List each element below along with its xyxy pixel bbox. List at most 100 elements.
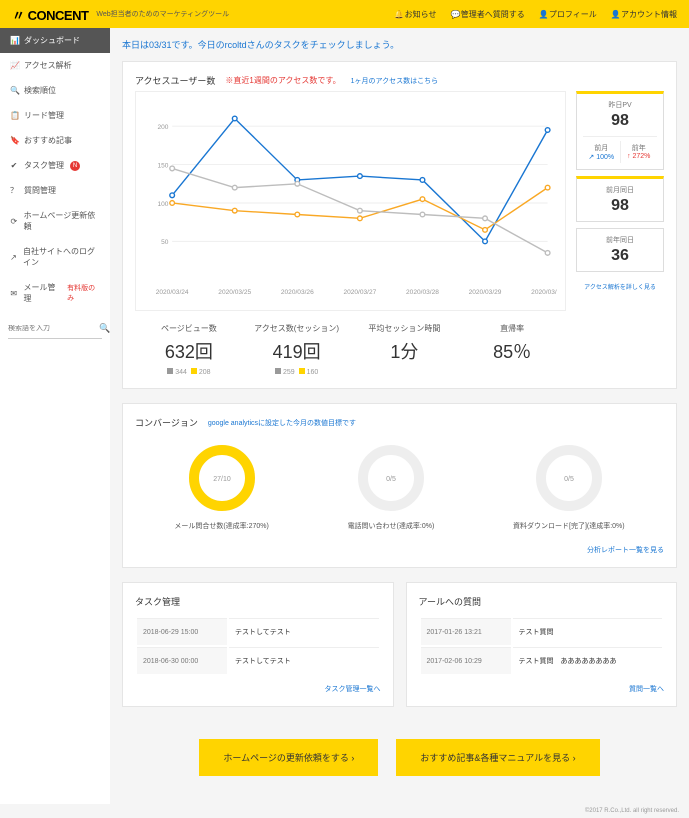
conversion-donut: 27/10メール問合せ数(達成率:270%) bbox=[174, 443, 269, 531]
access-panel: アクセスユーザー数 ※直近1週間のアクセス数です。 1ヶ月のアクセス数はこちら … bbox=[122, 61, 677, 389]
sidebar-item[interactable]: ✉ メール管理有料版のみ bbox=[0, 275, 110, 311]
sidebar-label: タスク管理 bbox=[24, 160, 64, 171]
stat-same-year: 前年同日 36 bbox=[576, 228, 664, 272]
task-title: タスク管理 bbox=[135, 595, 381, 608]
table-row[interactable]: 2017-02-06 10:29テスト質問 ああああああああ bbox=[421, 647, 663, 674]
access-note: ※直近1週間のアクセス数です。 bbox=[225, 75, 340, 86]
header-icon: 🔔 bbox=[394, 10, 402, 19]
task-list-link[interactable]: タスク管理一覧へ bbox=[135, 684, 381, 694]
svg-text:27/10: 27/10 bbox=[213, 476, 231, 483]
svg-text:2020/03/29: 2020/03/29 bbox=[469, 289, 502, 296]
svg-text:2020/03/24: 2020/03/24 bbox=[156, 289, 189, 296]
sidebar-label: アクセス解析 bbox=[24, 60, 72, 71]
sidebar-label: 検索順位 bbox=[24, 85, 56, 96]
header-icon: 👤 bbox=[539, 10, 547, 19]
sidebar-item[interactable]: ✔タスク管理N bbox=[0, 153, 110, 178]
svg-text:200: 200 bbox=[157, 124, 168, 131]
header-icon: 💬 bbox=[450, 10, 458, 19]
sidebar-icon: ↗ bbox=[10, 253, 17, 262]
table-row[interactable]: 2018-06-30 00:00テストしてテスト bbox=[137, 647, 379, 674]
logo-subtitle: Web担当者のためのマーケティングツール bbox=[96, 9, 229, 19]
sidebar-item[interactable]: 🔍検索順位 bbox=[0, 78, 110, 103]
metric: アクセス数(セッション)419回259 160 bbox=[243, 323, 351, 376]
header-link[interactable]: 🔔 お知らせ bbox=[394, 9, 436, 20]
app-header: 〃 CONCENT Web担当者のためのマーケティングツール 🔔 お知らせ 💬 管… bbox=[0, 0, 689, 28]
conversion-donut: 0/5電話問い合わせ(達成率:0%) bbox=[348, 443, 435, 531]
sidebar-item[interactable]: ⟳ ホームページ更新依頼 bbox=[0, 203, 110, 239]
stat-yesterday-pv: 昨日PV 98 前月↗ 100% 前年↑ 272% bbox=[576, 91, 664, 170]
row-date: 2017-02-06 10:29 bbox=[421, 647, 511, 674]
table-row[interactable]: 2018-06-29 15:00テストしてテスト bbox=[137, 618, 379, 645]
sidebar-icon: ✉ bbox=[10, 289, 18, 298]
row-text: テストしてテスト bbox=[229, 647, 379, 674]
report-list-link[interactable]: 分析レポート一覧を見る bbox=[135, 545, 664, 555]
sidebar-label: おすすめ記事 bbox=[24, 135, 72, 146]
svg-text:150: 150 bbox=[157, 162, 168, 169]
sidebar-label: ホームページ更新依頼 bbox=[24, 210, 100, 232]
question-title: アールへの質問 bbox=[419, 595, 665, 608]
cta-update-request[interactable]: ホームページの更新依頼をする › bbox=[199, 739, 378, 776]
search-icon[interactable]: 🔍 bbox=[99, 323, 107, 334]
sidebar-item[interactable]: 🔖 おすすめ記事 bbox=[0, 128, 110, 153]
sidebar-icon: ⟳ bbox=[10, 217, 18, 226]
sidebar-search: 🔍 bbox=[8, 319, 102, 339]
access-month-link[interactable]: 1ヶ月のアクセス数はこちら bbox=[351, 76, 439, 86]
svg-text:0/5: 0/5 bbox=[386, 476, 396, 483]
svg-text:2020/03/30: 2020/03/30 bbox=[531, 289, 557, 296]
header-nav: 🔔 お知らせ 💬 管理者へ質問する 👤 プロフィール 👤 アカウント情報 bbox=[394, 9, 677, 20]
row-text: テスト質問 bbox=[513, 618, 663, 645]
svg-text:50: 50 bbox=[161, 239, 169, 246]
row-text: テストしてテスト bbox=[229, 618, 379, 645]
conversion-sub: google analyticsに設定した今月の数値目標です bbox=[208, 418, 356, 428]
sidebar-label: 自社サイトへのログイン bbox=[23, 246, 100, 268]
header-link[interactable]: 👤 プロフィール bbox=[539, 9, 597, 20]
svg-text:2020/03/25: 2020/03/25 bbox=[218, 289, 251, 296]
sidebar-icon: 📊 bbox=[10, 36, 18, 45]
sidebar: 📊ダッシュボード📈アクセス解析🔍検索順位📋リード管理🔖おすすめ記事✔タスク管理N… bbox=[0, 28, 110, 804]
svg-text:2020/03/27: 2020/03/27 bbox=[343, 289, 376, 296]
search-input[interactable] bbox=[8, 325, 99, 332]
svg-text:100: 100 bbox=[157, 201, 168, 208]
sidebar-label: メール管理 bbox=[24, 282, 62, 304]
greeting-text: 本日は03/31です。今日のrcoltdさんのタスクをチェックしましょう。 bbox=[122, 38, 677, 51]
header-link[interactable]: 💬 管理者へ質問する bbox=[450, 9, 524, 20]
conversion-panel: コンバージョン google analyticsに設定した今月の数値目標です 2… bbox=[122, 403, 677, 568]
header-link[interactable]: 👤 アカウント情報 bbox=[611, 9, 677, 20]
metric: ページビュー数632回344 208 bbox=[135, 323, 243, 376]
paid-tag: 有料版のみ bbox=[67, 283, 100, 303]
conversion-title: コンバージョン bbox=[135, 416, 198, 429]
sidebar-icon: ？ bbox=[10, 185, 18, 196]
metric: 直帰率85％ bbox=[458, 323, 566, 376]
footer-copyright: ©2017 R.Co.,Ltd. all right reserved. bbox=[0, 804, 689, 818]
sidebar-icon: 📋 bbox=[10, 111, 18, 120]
metric: 平均セッション時間1分 bbox=[351, 323, 459, 376]
sidebar-item[interactable]: 📈 アクセス解析 bbox=[0, 53, 110, 78]
row-date: 2017-01-26 13:21 bbox=[421, 618, 511, 645]
line-chart: 50 100 150 200 2020/03/24 2020/03/25 2020/03/2… bbox=[135, 91, 566, 311]
stat-same-month: 前月同日 98 bbox=[576, 176, 664, 222]
sidebar-icon: ✔ bbox=[10, 161, 18, 170]
sidebar-icon: 🔖 bbox=[10, 136, 18, 145]
sidebar-item[interactable]: 📋 リード管理 bbox=[0, 103, 110, 128]
conversion-donut: 0/5資料ダウンロード[完了](達成率:0%) bbox=[513, 443, 625, 531]
row-date: 2018-06-29 15:00 bbox=[137, 618, 227, 645]
row-date: 2018-06-30 00:00 bbox=[137, 647, 227, 674]
logo: 〃 CONCENT bbox=[12, 5, 88, 24]
row-text: テスト質問 ああああああああ bbox=[513, 647, 663, 674]
access-title: アクセスユーザー数 bbox=[135, 74, 215, 87]
sidebar-item[interactable]: ？ 質問管理 bbox=[0, 178, 110, 203]
question-panel: アールへの質問 2017-01-26 13:21テスト質問2017-02-06 … bbox=[406, 582, 678, 707]
sidebar-label: ダッシュボード bbox=[24, 35, 80, 46]
sidebar-label: リード管理 bbox=[24, 110, 64, 121]
svg-text:2020/03/28: 2020/03/28 bbox=[406, 289, 439, 296]
sidebar-label: 質問管理 bbox=[24, 185, 56, 196]
access-detail-link[interactable]: アクセス解析を詳しく見る bbox=[576, 282, 664, 291]
table-row[interactable]: 2017-01-26 13:21テスト質問 bbox=[421, 618, 663, 645]
task-panel: タスク管理 2018-06-29 15:00テストしてテスト2018-06-30… bbox=[122, 582, 394, 707]
sidebar-item[interactable]: 📊 ダッシュボード bbox=[0, 28, 110, 53]
question-list-link[interactable]: 質問一覧へ bbox=[419, 684, 665, 694]
sidebar-item[interactable]: ↗ 自社サイトへのログイン bbox=[0, 239, 110, 275]
svg-text:0/5: 0/5 bbox=[564, 476, 574, 483]
sidebar-icon: 📈 bbox=[10, 61, 18, 70]
cta-recommended[interactable]: おすすめ記事&各種マニュアルを見る › bbox=[396, 739, 599, 776]
